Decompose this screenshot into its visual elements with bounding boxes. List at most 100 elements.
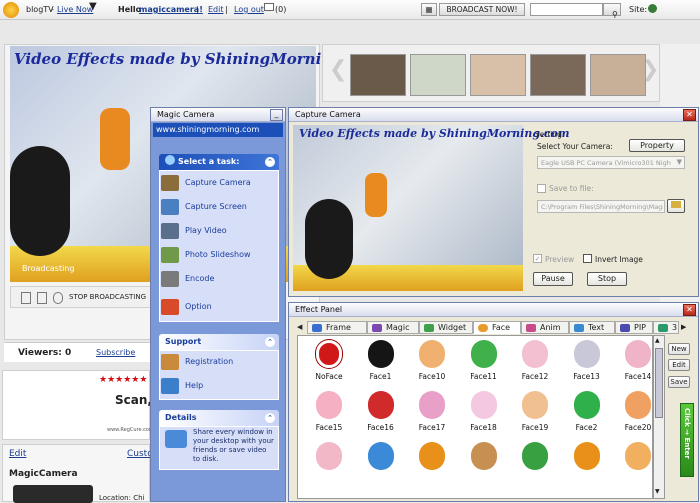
- tab-anim[interactable]: Anim: [521, 321, 569, 334]
- details-header[interactable]: Details ⌃: [159, 410, 279, 426]
- stop-broadcasting-button[interactable]: STOP BROADCASTING: [69, 293, 146, 301]
- invert-image-checkbox[interactable]: [583, 254, 592, 263]
- magic-camera-titlebar[interactable]: Magic Camera: [151, 108, 285, 122]
- face-grid-scrollbar[interactable]: ▲ ▼: [653, 335, 665, 499]
- broadcast-icon-button[interactable]: ▦: [421, 3, 437, 16]
- face-item[interactable]: Face15: [304, 389, 354, 437]
- scroll-down-icon[interactable]: ▼: [655, 488, 660, 495]
- save-to-file-checkbox[interactable]: [537, 184, 546, 193]
- face-item[interactable]: Face19: [510, 389, 560, 437]
- face-item[interactable]: Face10: [407, 338, 457, 386]
- close-button[interactable]: ✕: [683, 304, 696, 316]
- preview-tiger-icon: [365, 173, 387, 217]
- tab-scroll-right-icon[interactable]: ▶: [681, 323, 686, 331]
- scroll-thumb[interactable]: [655, 348, 663, 418]
- tab-frame[interactable]: Frame: [307, 321, 367, 334]
- ad-box: ★★★★★★ Scan, www.RegCure.com: [2, 370, 154, 440]
- username-link[interactable]: magiccamera!: [139, 5, 203, 14]
- settings-icon[interactable]: [37, 292, 47, 304]
- tab-widget[interactable]: Widget: [419, 321, 473, 334]
- face-thumbnail-icon: [522, 442, 548, 470]
- collapse-icon[interactable]: ⌃: [265, 157, 275, 167]
- live-now-link[interactable]: Live Now: [57, 5, 93, 14]
- face-item[interactable]: [613, 440, 652, 488]
- tab-face[interactable]: Face: [473, 321, 521, 334]
- record-icon[interactable]: [53, 292, 63, 304]
- face-item[interactable]: [510, 440, 560, 488]
- ad-url[interactable]: www.RegCure.com: [107, 427, 154, 433]
- customize-link[interactable]: Custo: [127, 449, 153, 459]
- save-button[interactable]: Save: [668, 376, 690, 388]
- click-enter-tab[interactable]: Click → Enter: [680, 403, 694, 477]
- preview-checkbox[interactable]: ✓: [533, 254, 542, 263]
- minimize-button[interactable]: _: [270, 109, 283, 121]
- task-star-icon: [165, 155, 175, 165]
- face-item[interactable]: Face1: [356, 338, 406, 386]
- globe-icon[interactable]: [648, 4, 657, 13]
- prev-arrow-icon[interactable]: ❮: [329, 57, 347, 82]
- channel-avatar: [13, 485, 93, 503]
- capture-camera-titlebar[interactable]: Capture Camera: [289, 108, 698, 122]
- tiger-icon: [100, 108, 130, 170]
- search-button[interactable]: ⚲: [603, 3, 621, 19]
- blogtv-logo-icon[interactable]: [3, 2, 19, 18]
- property-button[interactable]: Property: [629, 139, 685, 152]
- live-thumbnail[interactable]: [470, 54, 526, 96]
- tab-3d[interactable]: 3: [653, 321, 679, 334]
- tab-pip[interactable]: PIP: [615, 321, 653, 334]
- live-thumbnail[interactable]: [590, 54, 646, 96]
- scroll-up-icon[interactable]: ▲: [655, 337, 660, 344]
- face-item[interactable]: [459, 440, 509, 488]
- live-thumbnail[interactable]: [530, 54, 586, 96]
- mail-icon[interactable]: [264, 3, 274, 11]
- face-item[interactable]: [304, 440, 354, 488]
- edit-channel-link[interactable]: Edit: [9, 449, 26, 459]
- file-path-input[interactable]: C:\Program Files\ShiningMorning\Magi: [537, 200, 665, 213]
- face-item[interactable]: Face2: [562, 389, 612, 437]
- face-item[interactable]: [562, 440, 612, 488]
- effect-panel-titlebar[interactable]: Effect Panel: [289, 303, 698, 317]
- subscribe-link[interactable]: Subscribe: [96, 348, 135, 357]
- face-item[interactable]: [356, 440, 406, 488]
- tab-magic[interactable]: Magic: [367, 321, 419, 334]
- face-item[interactable]: Face20: [613, 389, 652, 437]
- pause-button[interactable]: Pause: [533, 272, 573, 286]
- broadcast-now-button[interactable]: BROADCAST NOW!: [439, 3, 525, 16]
- browse-folder-button[interactable]: [667, 199, 685, 213]
- camera-select[interactable]: Eagle USB PC Camera (Vimicro301 Night ▼: [537, 156, 685, 169]
- edit-profile-link[interactable]: Edit: [208, 5, 224, 14]
- face-item[interactable]: Face18: [459, 389, 509, 437]
- tab-text[interactable]: Text: [569, 321, 615, 334]
- stop-button[interactable]: Stop: [587, 272, 627, 286]
- support-header[interactable]: Support ⌃: [159, 334, 279, 350]
- face-label: Face10: [418, 372, 446, 381]
- face-item[interactable]: Face13: [562, 338, 612, 386]
- chevron-down-icon[interactable]: ▼: [89, 1, 97, 12]
- save-to-file-label: Save to file:: [549, 184, 594, 193]
- face-item[interactable]: [407, 440, 457, 488]
- option-icon: [161, 299, 179, 315]
- collapse-icon[interactable]: ⌃: [265, 337, 275, 347]
- broadcasting-label: Broadcasting: [22, 264, 75, 273]
- face-item[interactable]: Face12: [510, 338, 560, 386]
- face-item[interactable]: Face16: [356, 389, 406, 437]
- live-thumbnail[interactable]: [350, 54, 406, 96]
- logout-link[interactable]: Log out: [234, 5, 264, 14]
- messages-count: (0): [275, 5, 287, 14]
- tasks-header[interactable]: Select a task: ⌃: [159, 154, 279, 170]
- face-item[interactable]: Face14: [613, 338, 652, 386]
- edit-button[interactable]: Edit: [668, 359, 690, 371]
- close-button[interactable]: ✕: [683, 109, 696, 121]
- new-button[interactable]: New: [668, 343, 690, 355]
- mic-icon[interactable]: [21, 292, 31, 304]
- face-item[interactable]: Face11: [459, 338, 509, 386]
- close-icon: ✕: [686, 305, 693, 314]
- live-thumbnail[interactable]: [410, 54, 466, 96]
- face-item[interactable]: NoFace: [304, 338, 354, 386]
- tab-scroll-left-icon[interactable]: ◀: [297, 323, 302, 331]
- face-grid: NoFace Face1 Face10 Face11 Face12 Face13 Face1…: [297, 335, 653, 499]
- face-item[interactable]: Face17: [407, 389, 457, 437]
- collapse-icon[interactable]: ⌃: [265, 413, 275, 423]
- widget-icon: [424, 324, 434, 332]
- search-input[interactable]: [530, 3, 603, 16]
